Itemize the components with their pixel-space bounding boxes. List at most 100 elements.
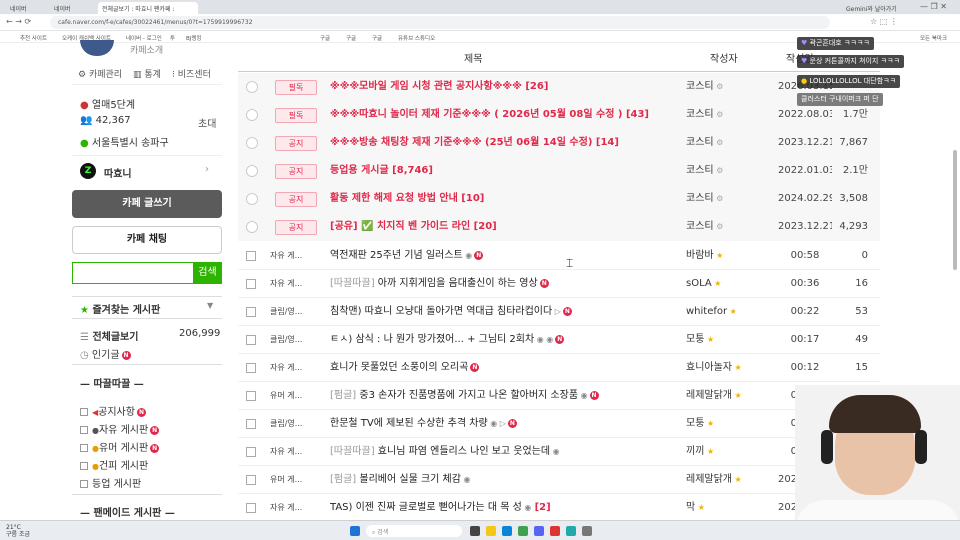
app-icon[interactable] [550, 526, 560, 536]
board-link-notice[interactable]: ◀공지사항 N [80, 403, 146, 418]
post-title-text[interactable]: TAS) 이젠 진짜 글로벌로 뻗어나가는 대 목 성 [330, 502, 522, 513]
post-category[interactable]: 자유 게... [270, 438, 328, 466]
post-title-link[interactable]: [공유] ✅ 치지직 벤 가이드 라인 [20] [330, 213, 497, 241]
window-controls[interactable]: — ❐ ✕ [920, 2, 947, 11]
post-author[interactable]: 코스티 ⚙ [686, 101, 723, 129]
bookmark-all[interactable]: 모든 북마크 [920, 34, 947, 42]
post-author[interactable]: 레제말닭개 ★ [686, 382, 742, 410]
author-name[interactable]: 코스티 [686, 81, 714, 92]
manager-name[interactable]: 따효니 [104, 165, 132, 180]
author-name[interactable]: 레제말닭개 [686, 474, 732, 485]
row-checkbox[interactable] [246, 391, 256, 401]
row-checkbox[interactable] [246, 251, 256, 261]
extension-icons[interactable]: ☆ ⬚ ⋮ [870, 17, 898, 26]
comment-count[interactable]: [2] [535, 502, 551, 513]
taskbar-search[interactable]: ⌕ 검색 [366, 525, 462, 537]
post-author[interactable]: 코스티 ⚙ [686, 157, 723, 185]
browser-tab-active[interactable]: 전체글보기 : 따효니 팬카페 : [98, 2, 198, 14]
post-title-text[interactable]: 아까 지휘게임을 음대출신이 하는 영상 [378, 278, 538, 289]
bookmark[interactable]: 투 [170, 34, 175, 42]
post-title-link[interactable]: 등업용 게시글 [8,746] [330, 157, 433, 185]
cafe-chat-button[interactable]: 카페 채팅 [72, 226, 222, 254]
post-author[interactable]: 모퉁 ★ [686, 410, 714, 438]
author-name[interactable]: 코스티 [686, 109, 714, 120]
notice-row[interactable]: 필독※※※모바일 게임 시청 관련 공지사항※※※ [26]코스티 ⚙2026.… [238, 73, 880, 101]
post-title-text[interactable]: 침착맨) 따효니 오냥대 돌아가면 역대급 침타라컵이다 [330, 306, 552, 317]
post-author[interactable]: 레제말닭개 ★ [686, 466, 742, 494]
bizcenter-link[interactable]: ⁝ 비즈센터 [172, 67, 211, 80]
author-name[interactable]: 바람바 [686, 250, 714, 261]
post-title-link[interactable]: [따끌따끌] 효니님 파염 엔들리스 나인 보고 웃었는데 ◉ [330, 438, 560, 466]
post-author[interactable]: 코스티 ⚙ [686, 129, 723, 157]
post-category[interactable]: 자유 게... [270, 494, 328, 522]
author-name[interactable]: 모퉁 [686, 334, 704, 345]
post-title-link[interactable]: 효니가 못풀었던 소풍이의 오리곡 N [330, 354, 480, 382]
author-name[interactable]: 레제말닭개 [686, 390, 732, 401]
radio-button[interactable] [246, 137, 258, 149]
author-name[interactable]: whitefor [686, 306, 727, 317]
notice-row[interactable]: 공지 ※※※방송 채팅창 제재 기준※※※ (25년 06월 14일 수정) [1… [238, 129, 880, 157]
chrome-icon[interactable] [582, 526, 592, 536]
post-category[interactable]: 자유 게... [270, 242, 328, 270]
post-author[interactable]: 코스티 ⚙ [686, 213, 723, 241]
post-title-link[interactable]: ※※※따효니 놀이터 제재 기준※※※ ( 2026년 05월 08일 수정 )… [330, 101, 649, 129]
bookmark[interactable]: 구글 [346, 34, 356, 42]
post-row[interactable]: 클립/영... 침착맨) 따효니 오냥대 돌아가면 역대급 침타라컵이다 ▷ Nwh… [238, 298, 880, 326]
row-checkbox[interactable] [246, 447, 256, 457]
post-title-text[interactable]: 볼리베어 실물 크기 체감 [359, 474, 461, 485]
radio-button[interactable] [246, 109, 258, 121]
app-icon[interactable] [518, 526, 528, 536]
post-title-link[interactable]: 한문철 TV에 제보된 수상한 추격 차량 ◉ ▷ N [330, 410, 517, 438]
bookmark[interactable]: 구글 [372, 34, 382, 42]
board-link-free[interactable]: ●자유 게시판 N [80, 421, 160, 436]
stats-link[interactable]: ▥ 통계 [133, 67, 161, 80]
post-author[interactable]: 바람바 ★ [686, 242, 723, 270]
page-scrollbar[interactable] [953, 150, 957, 270]
search-button[interactable]: 검색 [193, 262, 222, 284]
gemini-button[interactable]: Gemini와 날아가기 [842, 2, 912, 14]
post-author[interactable]: 코스티 ⚙ [686, 73, 723, 101]
row-checkbox[interactable] [246, 503, 256, 513]
post-row[interactable]: 유머 게... [펌글] 중3 손자가 진품명품에 가지고 나온 할아버지 소장품… [238, 382, 880, 410]
post-row[interactable]: 자유 게... 효니가 못풀었던 소풍이의 오리곡 N 효니아놀자 ★ 00:12 15 [238, 354, 880, 382]
post-title-link[interactable]: ㅌㅅ) 삼식 : 나 뭔가 망가졌어... + 그님티 2회차 ◉ ◉ N [330, 326, 565, 354]
browser-tab[interactable]: 네이버 [50, 2, 90, 14]
start-icon[interactable] [350, 526, 360, 536]
post-author[interactable]: sOLA ★ [686, 270, 721, 298]
post-title-link[interactable]: [따끌따끌] 아까 지휘게임을 음대출신이 하는 영상 N [330, 270, 549, 298]
author-name[interactable]: 코스티 [686, 137, 714, 148]
post-category[interactable]: 클립/영... [270, 326, 328, 354]
post-row[interactable]: 자유 게... [따끌따끌] 아까 지휘게임을 음대출신이 하는 영상 NsOLA … [238, 270, 880, 298]
notice-row[interactable]: 공지 활동 제한 해제 요청 방법 안내 [10] 코스티 ⚙ 2024.02.29.… [238, 185, 880, 213]
post-author[interactable]: 막 ★ [686, 494, 705, 522]
member-count[interactable]: 👥 42,367 [80, 115, 131, 126]
post-title-link[interactable]: TAS) 이젠 진짜 글로벌로 뻗어나가는 대 목 성 ◉ [2] [330, 494, 551, 522]
post-category[interactable]: 유머 게... [270, 466, 328, 494]
taskview-icon[interactable] [470, 526, 480, 536]
browser-tab[interactable]: 네이버 [6, 2, 46, 14]
post-author[interactable]: 끼끼 ★ [686, 438, 714, 466]
post-row[interactable]: 자유 게... [따끌따끌] 효니님 파염 엔들리스 나인 보고 웃었는데 ◉ 끼끼… [238, 438, 880, 466]
post-title-text[interactable]: 효니님 파염 엔들리스 나인 보고 웃었는데 [378, 446, 550, 457]
row-checkbox[interactable] [246, 419, 256, 429]
all-posts-link[interactable]: ☰ 전체글보기 [80, 328, 138, 343]
author-name[interactable]: 모퉁 [686, 418, 704, 429]
post-title-link[interactable]: [펌글] 중3 손자가 진품명품에 가지고 나온 할아버지 소장품 ◉ N [330, 382, 599, 410]
row-checkbox[interactable] [246, 475, 256, 485]
post-category[interactable]: 자유 게... [270, 354, 328, 382]
chevron-right-icon[interactable]: › [205, 164, 209, 175]
post-title-link[interactable]: 역전재판 25주년 기념 일러스트 ◉ N [330, 242, 484, 270]
favorites-title[interactable]: ★ 즐겨찾는 게시판 [80, 301, 160, 316]
post-author[interactable]: whitefor ★ [686, 298, 737, 326]
explorer-icon[interactable] [486, 526, 496, 536]
radio-button[interactable] [246, 81, 258, 93]
radio-button[interactable] [246, 165, 258, 177]
post-row[interactable]: 자유 게... 역전재판 25주년 기념 일러스트 ◉ N 바람바 ★ 00:58 0 [238, 242, 880, 270]
author-name[interactable]: 막 [686, 502, 695, 513]
post-author[interactable]: 코스티 ⚙ [686, 185, 723, 213]
author-name[interactable]: 코스티 [686, 165, 714, 176]
invite-link[interactable]: 초대 [198, 115, 216, 130]
post-title-link[interactable]: ※※※모바일 게임 시청 관련 공지사항※※※ [26] [330, 73, 548, 101]
radio-button[interactable] [246, 221, 258, 233]
post-row[interactable]: 클립/영... ㅌㅅ) 삼식 : 나 뭔가 망가졌어... + 그님티 2회차 ◉… [238, 326, 880, 354]
